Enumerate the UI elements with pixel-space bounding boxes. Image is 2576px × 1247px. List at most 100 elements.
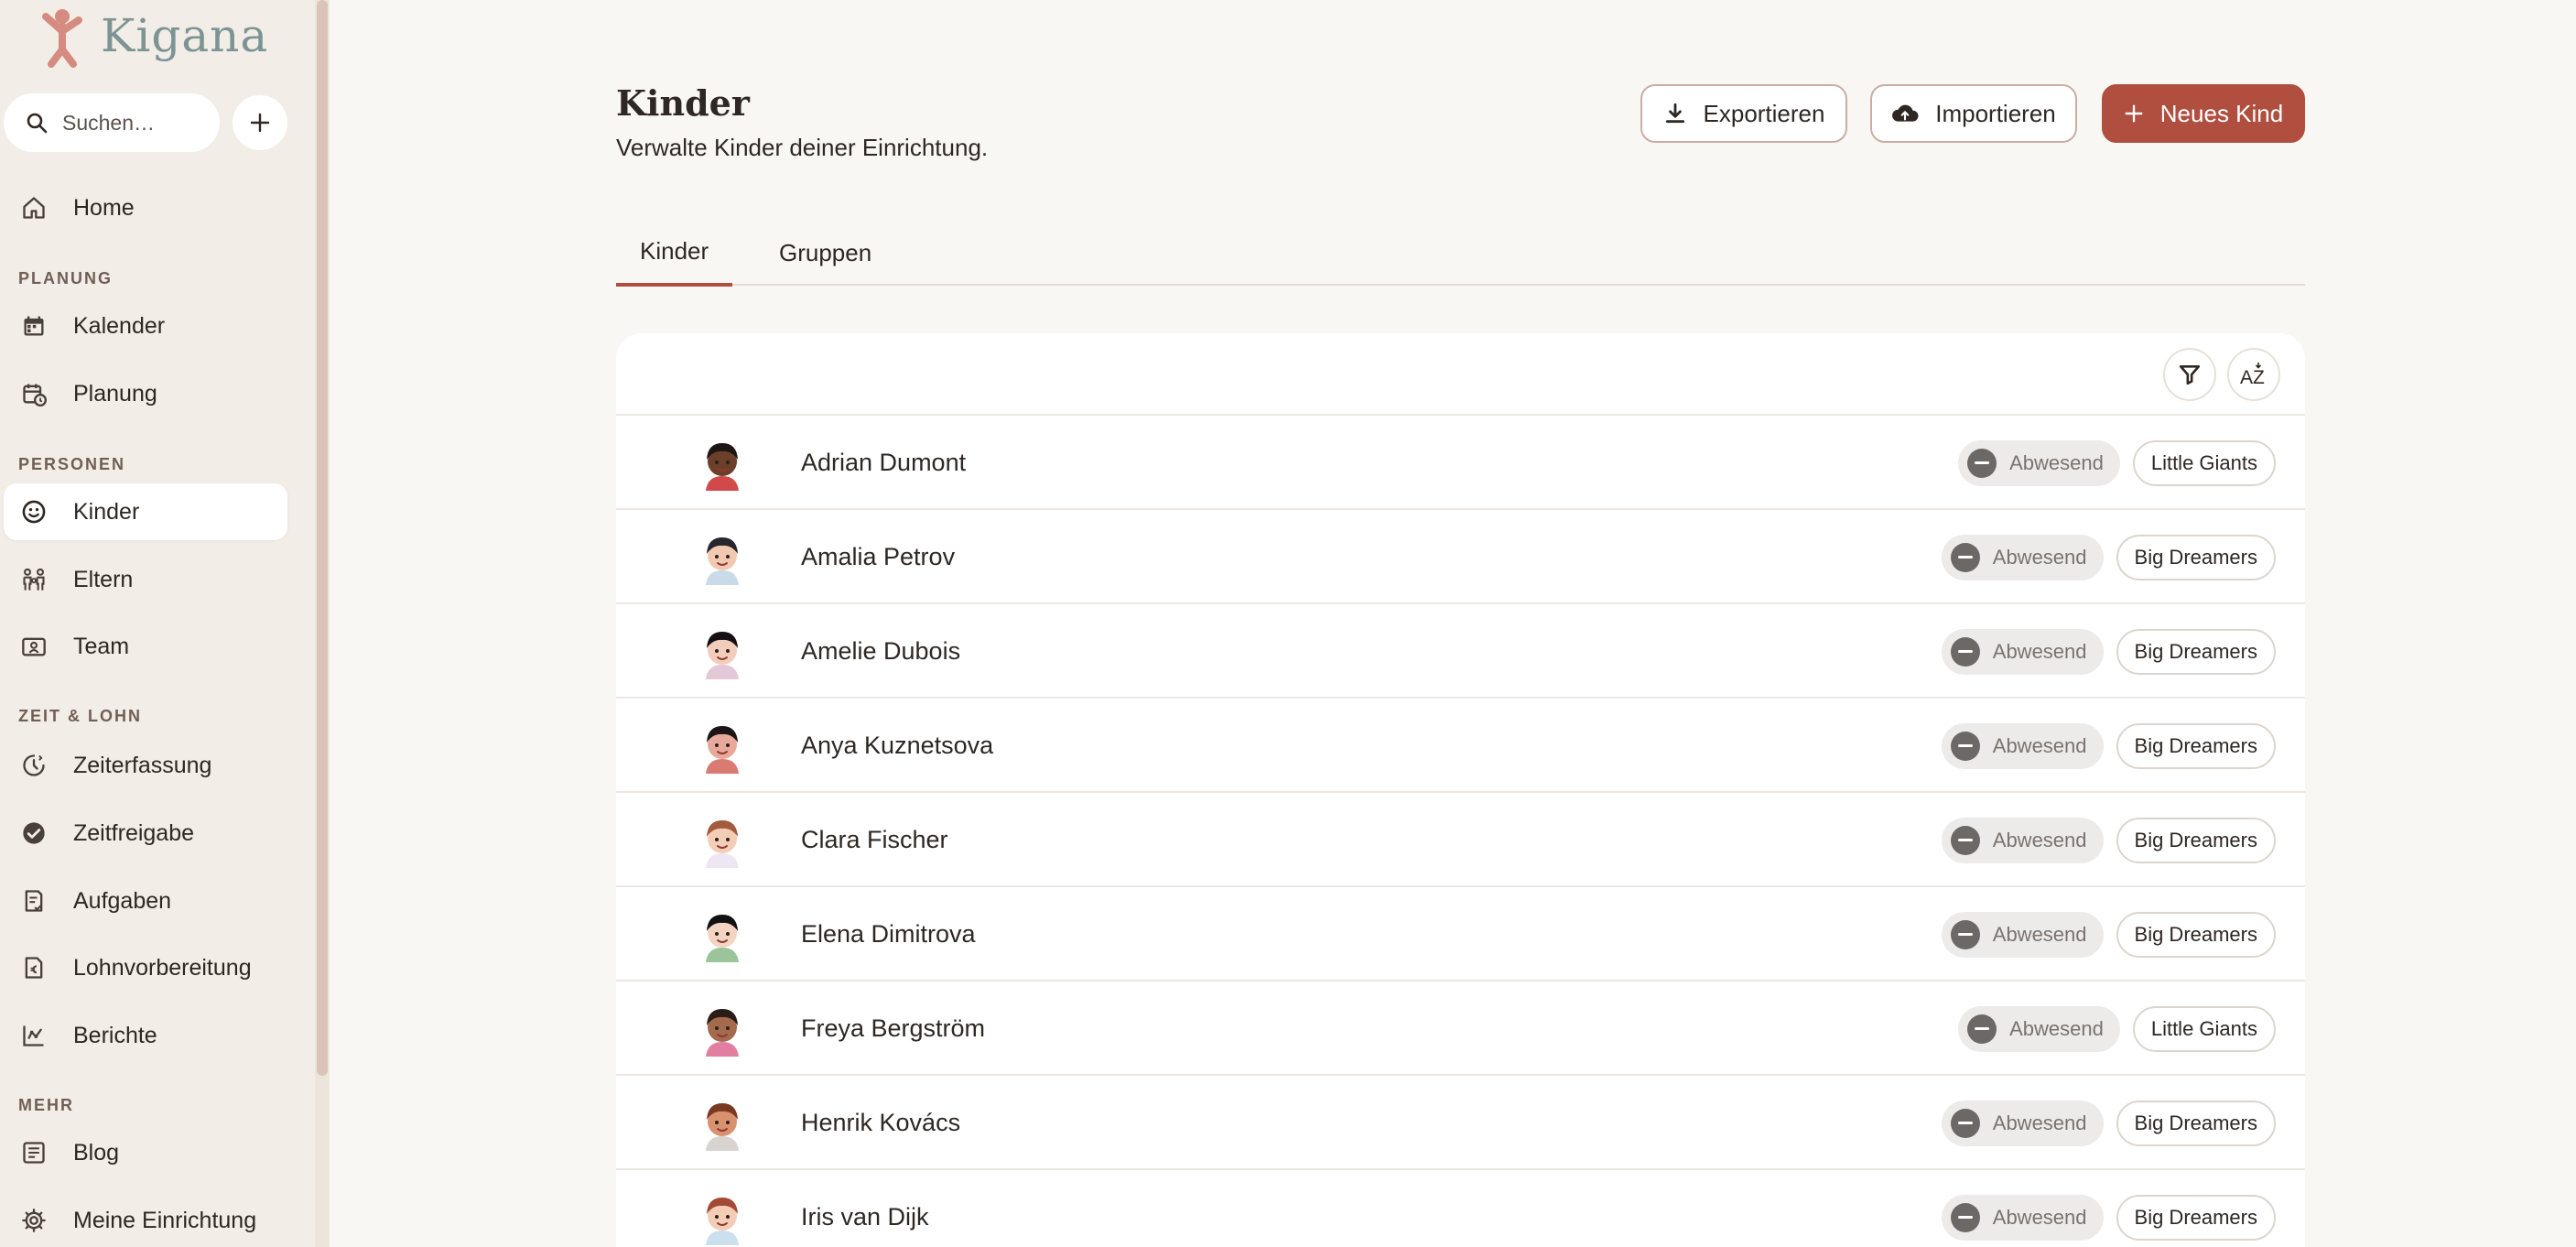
new-child-button[interactable]: Neues Kind: [2102, 84, 2305, 143]
tab-kinder[interactable]: Kinder: [616, 220, 733, 287]
row-badges: Abwesend Big Dreamers: [1941, 887, 2276, 981]
sort-label: AZ: [2240, 367, 2265, 388]
sidebar-item-label: Zeiterfassung: [73, 752, 212, 778]
add-button[interactable]: [233, 95, 287, 150]
table-row[interactable]: Adrian Dumont Abwesend Little Giants: [616, 416, 2305, 510]
list-toolbar: AZ: [616, 333, 2305, 416]
minus-circle-icon: [1967, 1014, 1997, 1044]
sidebar-item-meine-einrichtung[interactable]: Meine Einrichtung: [4, 1192, 287, 1247]
sidebar-item-team[interactable]: Team: [4, 618, 287, 675]
brand-logo[interactable]: Kigana: [37, 4, 268, 68]
row-badges: Abwesend Big Dreamers: [1941, 510, 2276, 604]
sidebar-item-kalender[interactable]: Kalender: [4, 298, 287, 354]
filter-button[interactable]: [2163, 348, 2216, 401]
sidebar-item-label: Eltern: [73, 566, 134, 592]
kigana-logo-icon: [42, 9, 82, 68]
sidebar: Kigana Home PLANUNG Kalender Planung PER…: [0, 0, 330, 1247]
status-badge: Abwesend: [1941, 911, 2104, 958]
table-row[interactable]: Amelie Dubois Abwesend Big Dreamers: [616, 604, 2305, 699]
clock-icon: [20, 752, 48, 779]
import-button-label: Importieren: [1935, 99, 2056, 127]
row-badges: Abwesend Big Dreamers: [1941, 699, 2276, 793]
sidebar-section-zeit-lohn: ZEIT & LOHN: [18, 707, 142, 725]
group-badge[interactable]: Big Dreamers: [2116, 911, 2276, 958]
sidebar-item-lohnvorbereitung[interactable]: Lohnvorbereitung: [4, 939, 287, 996]
child-name[interactable]: Clara Fischer: [801, 793, 948, 887]
group-badge[interactable]: Big Dreamers: [2116, 1194, 2276, 1241]
minus-circle-icon: [1967, 448, 1997, 478]
minus-circle-icon: [1950, 731, 1980, 761]
calendar-clock-icon: [20, 380, 48, 407]
row-badges: Abwesend Little Giants: [1958, 981, 2276, 1076]
status-badge: Abwesend: [1958, 1005, 2120, 1052]
sidebar-scrollbar-thumb[interactable]: [317, 0, 328, 1076]
export-button[interactable]: Exportieren: [1640, 84, 1847, 143]
sidebar-item-label: Lohnvorbereitung: [73, 954, 252, 981]
status-label: Abwesend: [1992, 922, 2087, 946]
child-name[interactable]: Anya Kuznetsova: [801, 699, 993, 793]
row-badges: Abwesend Little Giants: [1958, 416, 2276, 510]
minus-circle-icon: [1950, 825, 1980, 855]
import-button[interactable]: Importieren: [1870, 84, 2077, 143]
child-name[interactable]: Iris van Dijk: [801, 1170, 929, 1247]
group-badge[interactable]: Big Dreamers: [2116, 1100, 2276, 1146]
sort-button[interactable]: AZ: [2227, 348, 2280, 401]
group-badge[interactable]: Big Dreamers: [2116, 722, 2276, 769]
search-box[interactable]: [4, 93, 220, 152]
sidebar-item-kinder[interactable]: Kinder: [4, 483, 287, 540]
sidebar-item-blog[interactable]: Blog: [4, 1124, 287, 1181]
id-card-icon: [20, 633, 48, 660]
sidebar-item-eltern[interactable]: Eltern: [4, 551, 287, 608]
child-name[interactable]: Henrik Kovács: [801, 1076, 960, 1170]
sidebar-item-label: Team: [73, 633, 130, 659]
sidebar-item-zeitfreigabe[interactable]: Zeitfreigabe: [4, 805, 287, 862]
sidebar-item-label: Home: [73, 194, 135, 221]
table-row[interactable]: Iris van Dijk Abwesend Big Dreamers: [616, 1170, 2305, 1247]
child-name[interactable]: Freya Bergström: [801, 981, 985, 1076]
child-name[interactable]: Amelie Dubois: [801, 604, 960, 699]
child-name[interactable]: Amalia Petrov: [801, 510, 955, 604]
sidebar-item-label: Planung: [73, 380, 157, 407]
sidebar-item-aufgaben[interactable]: Aufgaben: [4, 873, 287, 929]
table-row[interactable]: Freya Bergström Abwesend Little Giants: [616, 981, 2305, 1076]
table-row[interactable]: Elena Dimitrova Abwesend Big Dreamers: [616, 887, 2305, 981]
table-row[interactable]: Amalia Petrov Abwesend Big Dreamers: [616, 510, 2305, 604]
minus-circle-icon: [1950, 542, 1980, 572]
child-name[interactable]: Elena Dimitrova: [801, 887, 976, 981]
sidebar-item-planung[interactable]: Planung: [4, 365, 287, 422]
euro-doc-icon: [20, 954, 48, 981]
status-label: Abwesend: [2009, 1016, 2104, 1040]
child-avatar: [706, 915, 739, 962]
group-badge[interactable]: Big Dreamers: [2116, 817, 2276, 863]
task-icon: [20, 887, 48, 915]
sidebar-item-label: Meine Einrichtung: [73, 1207, 257, 1233]
row-badges: Abwesend Big Dreamers: [1941, 604, 2276, 699]
group-badge[interactable]: Big Dreamers: [2116, 628, 2276, 675]
group-badge[interactable]: Little Giants: [2132, 439, 2276, 486]
child-avatar: [706, 1009, 739, 1057]
status-badge: Abwesend: [1941, 817, 2104, 863]
blog-icon: [20, 1139, 48, 1166]
child-name[interactable]: Adrian Dumont: [801, 416, 966, 510]
table-row[interactable]: Anya Kuznetsova Abwesend Big Dreamers: [616, 699, 2305, 793]
sidebar-scrollbar[interactable]: [315, 0, 330, 1247]
table-row[interactable]: Clara Fischer Abwesend Big Dreamers: [616, 793, 2305, 887]
sidebar-item-berichte[interactable]: Berichte: [4, 1007, 287, 1064]
status-label: Abwesend: [1992, 828, 2087, 851]
minus-circle-icon: [1950, 1202, 1980, 1232]
row-badges: Abwesend Big Dreamers: [1941, 1076, 2276, 1170]
tab-bar: Kinder Gruppen: [616, 220, 2305, 287]
group-badge[interactable]: Little Giants: [2132, 1005, 2276, 1052]
sidebar-section-planung: PLANUNG: [18, 269, 113, 287]
sidebar-item-home[interactable]: Home: [4, 179, 287, 236]
child-avatar: [706, 632, 739, 679]
search-input[interactable]: [62, 110, 209, 136]
group-badge[interactable]: Big Dreamers: [2116, 534, 2276, 580]
sort-az-icon: AZ: [2240, 363, 2265, 388]
table-row[interactable]: Henrik Kovács Abwesend Big Dreamers: [616, 1076, 2305, 1170]
plus-icon: [2125, 104, 2143, 123]
status-badge: Abwesend: [1941, 534, 2104, 580]
tab-gruppen[interactable]: Gruppen: [755, 220, 895, 286]
sidebar-item-zeiterfassung[interactable]: Zeiterfassung: [4, 737, 287, 794]
home-icon: [20, 194, 48, 222]
